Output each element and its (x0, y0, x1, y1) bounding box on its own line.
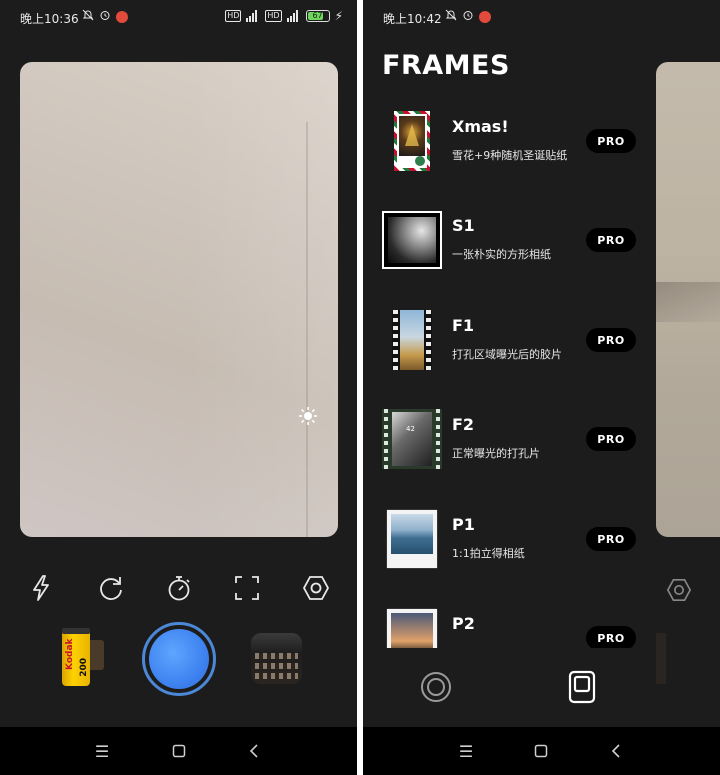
pro-badge[interactable]: PRO (586, 328, 636, 352)
exposure-slider[interactable] (306, 122, 308, 537)
frame-name: F2 (452, 415, 475, 434)
gallery-thumbnail[interactable] (251, 633, 302, 684)
frames-title: FRAMES (382, 50, 510, 81)
system-nav-bar: ☰ (363, 727, 720, 775)
pro-badge[interactable]: PRO (586, 527, 636, 551)
hd-icon-2: HD (265, 10, 282, 22)
crop-frame-icon[interactable] (229, 570, 265, 606)
frame-name: F1 (452, 316, 475, 335)
alarm-icon (99, 9, 111, 24)
frame-item-f2[interactable]: 42 F2 正常曝光的打孔片 PRO (363, 403, 656, 475)
frames-list[interactable]: Xmas! 雪花+9种随机圣诞贴纸 PRO S1 一张朴实的方形相纸 PRO F… (363, 102, 656, 648)
frame-name: P1 (452, 515, 475, 534)
system-nav-bar: ☰ (0, 727, 357, 775)
status-bar: 晚上10:42 (363, 0, 656, 34)
mute-bell-icon (445, 9, 457, 24)
status-time: 晚上10:42 (383, 12, 442, 26)
signal-icon-2 (286, 10, 301, 22)
home-icon[interactable] (167, 739, 191, 763)
frame-desc: 雪花+9种随机圣诞贴纸 (452, 149, 568, 162)
back-icon[interactable] (604, 739, 628, 763)
frame-thumbnail (382, 508, 442, 570)
kodak-film-can: Kodak 200 (62, 630, 90, 686)
frame-name: S1 (452, 216, 475, 235)
frame-thumb-sign: 42 (406, 425, 415, 433)
charging-icon: ⚡ (334, 9, 343, 23)
notification-badge-icon (116, 10, 128, 23)
frame-item-s1[interactable]: S1 一张朴实的方形相纸 PRO (363, 204, 656, 276)
frame-item-f1[interactable]: F1 打孔区域曝光后的胶片 PRO (363, 304, 656, 376)
frame-item-xmas[interactable]: Xmas! 雪花+9种随机圣诞贴纸 PRO (363, 105, 656, 177)
pro-badge[interactable]: PRO (586, 427, 636, 451)
hexagon-settings-icon[interactable] (298, 570, 334, 606)
frame-thumbnail (382, 209, 442, 271)
status-left-icons (445, 9, 491, 24)
frame-tab-icon[interactable] (565, 670, 599, 704)
frame-thumbnail (382, 309, 442, 371)
camera-toolbar (0, 570, 357, 606)
drawer-tab-bar (363, 648, 656, 727)
shutter-button[interactable] (142, 622, 216, 696)
camera-viewfinder[interactable] (20, 62, 338, 537)
rotate-icon[interactable] (93, 570, 129, 606)
frame-thumbnail (382, 607, 442, 648)
mute-bell-icon (82, 9, 94, 24)
flash-icon[interactable] (23, 570, 59, 606)
menu-icon[interactable]: ☰ (90, 739, 114, 763)
film-roll-selector[interactable]: Kodak 200 (58, 628, 106, 688)
status-right-icons: HD HD 67 ⚡ (225, 9, 343, 23)
frames-drawer: 晚上10:42 FRAMES Xmas! 雪花+9种随机圣诞贴纸 PRO S1 … (363, 0, 656, 727)
camera-screen: 晚上10:36 HD HD 67 ⚡ Kodak 200 ☰ (0, 0, 357, 775)
back-icon[interactable] (242, 739, 266, 763)
background-viewfinder (656, 62, 720, 537)
frames-screen: 晚上10:42 FRAMES Xmas! 雪花+9种随机圣诞贴纸 PRO S1 … (363, 0, 720, 775)
status-left-icons (82, 9, 128, 24)
hd-icon: HD (225, 10, 242, 22)
frame-name: Xmas! (452, 117, 509, 136)
pro-badge[interactable]: PRO (586, 626, 636, 648)
menu-icon[interactable]: ☰ (454, 739, 478, 763)
signal-icon (246, 10, 260, 22)
alarm-icon (462, 9, 474, 24)
frame-thumbnail (382, 110, 442, 172)
exposure-sun-icon[interactable] (298, 406, 318, 426)
frame-desc: 一张朴实的方形相纸 (452, 248, 551, 261)
battery-icon: 67 (305, 10, 330, 22)
frame-thumbnail: 42 (382, 408, 442, 470)
lens-tab-icon[interactable] (419, 670, 453, 704)
home-icon[interactable] (529, 739, 553, 763)
pro-badge[interactable]: PRO (586, 129, 636, 153)
timer-icon[interactable] (161, 570, 197, 606)
frame-item-p2[interactable]: P2 PRO (363, 602, 656, 648)
frame-desc: 打孔区域曝光后的胶片 (452, 348, 562, 361)
status-time: 晚上10:36 (20, 12, 79, 26)
pro-badge[interactable]: PRO (586, 228, 636, 252)
frame-name: P2 (452, 614, 475, 633)
status-bar: 晚上10:36 HD HD 67 ⚡ (0, 0, 357, 34)
notification-badge-icon (479, 10, 491, 23)
frame-desc: 正常曝光的打孔片 (452, 447, 540, 460)
film-iso: 200 (79, 658, 89, 677)
frame-desc: 1:1拍立得相纸 (452, 547, 525, 560)
background-settings-icon (666, 577, 692, 603)
frame-item-p1[interactable]: P1 1:1拍立得相纸 PRO (363, 503, 656, 575)
